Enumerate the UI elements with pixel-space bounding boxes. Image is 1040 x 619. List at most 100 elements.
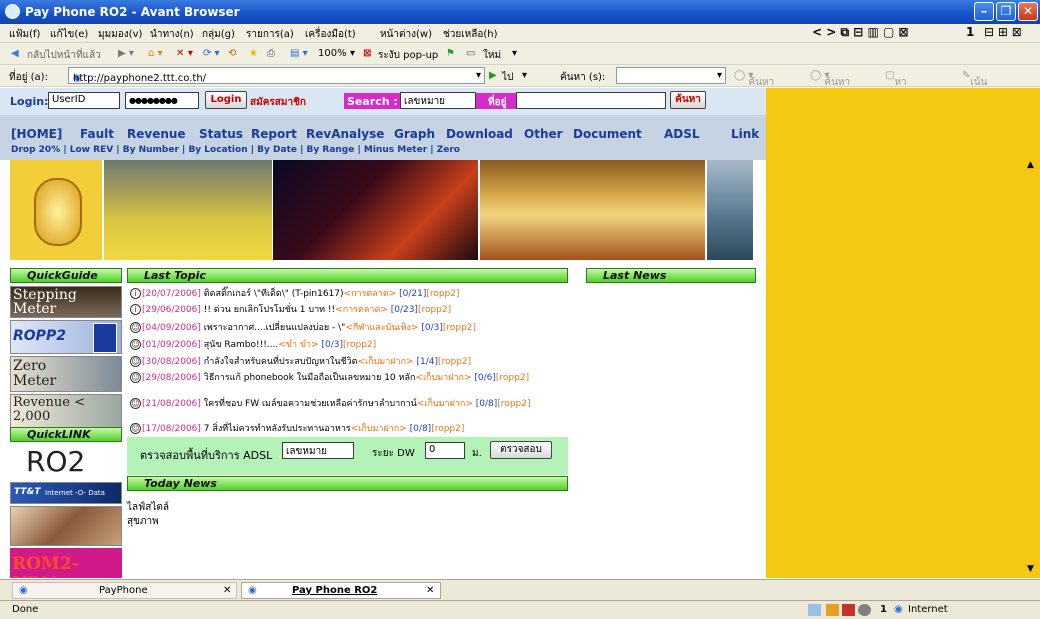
ropp2-link[interactable]: ROPP2 bbox=[10, 320, 122, 354]
back-arrow-icon[interactable]: ◀ bbox=[11, 48, 19, 59]
zoom-dropdown-icon[interactable]: ▾ bbox=[350, 48, 355, 59]
zero-meter-link[interactable]: Zero Meter bbox=[10, 356, 122, 392]
fullscreen-icon[interactable]: ▤ ▾ bbox=[290, 48, 308, 59]
rss-icon[interactable]: ⚑ bbox=[446, 48, 455, 59]
tab-payphone[interactable]: ◉ PayPhone ✕ bbox=[12, 582, 237, 599]
minimize-button[interactable]: – bbox=[974, 2, 994, 21]
adsl-check-button[interactable]: ตรวจสอบ bbox=[490, 441, 552, 459]
lock-icon[interactable] bbox=[826, 604, 839, 616]
topic-item[interactable]: i [20/07/2006] ติดสติ๊กเกอร์ \"ทีเด็ด\" (… bbox=[130, 288, 460, 300]
adblock-icon[interactable] bbox=[808, 604, 821, 616]
topic-item[interactable]: ☺ [29/08/2006] วิธีการแก้ phonebook ในมือ… bbox=[130, 372, 560, 384]
site-search-input[interactable]: เลขหมาย bbox=[400, 92, 476, 109]
topic-category: <กีฬาและบันเทิง> bbox=[345, 323, 419, 333]
adsl-number-input[interactable]: เลขหมาย bbox=[282, 442, 354, 459]
nav-graph[interactable]: Graph bbox=[394, 127, 435, 141]
vertical-scrollbar[interactable]: ▲ ▼ bbox=[1023, 88, 1040, 578]
topic-item[interactable]: ☺ [01/09/2006] สุนัข Rambo!!!....<ขำ ขำ> … bbox=[130, 339, 376, 351]
menu-window[interactable]: หน้าต่าง(w) bbox=[380, 27, 432, 42]
ro2-link[interactable]: RO2 bbox=[10, 443, 122, 480]
url-input[interactable]: ◉ http://payphone2.ttt.co.th/ ▾ bbox=[68, 67, 485, 84]
menu-navigate[interactable]: นำทาง(n) bbox=[150, 27, 194, 42]
news-lifestyle-link[interactable]: ไลฟ์สไตล์ bbox=[127, 500, 169, 515]
url-dropdown-icon[interactable]: ▾ bbox=[476, 70, 481, 81]
tab-close-icon[interactable]: ✕ bbox=[223, 583, 231, 598]
nav-revenue[interactable]: Revenue bbox=[127, 127, 186, 141]
stop-icon[interactable]: ✕ ▾ bbox=[176, 48, 193, 59]
site-search-button[interactable]: ค้นหา bbox=[670, 91, 706, 109]
tab-pay-phone-ro2[interactable]: ◉ Pay Phone RO2 ✕ bbox=[241, 582, 441, 599]
menu-help[interactable]: ช่วยเหลือ(h) bbox=[443, 27, 498, 42]
search-input[interactable]: ▾ bbox=[616, 67, 726, 84]
nav-link[interactable]: Link bbox=[731, 127, 759, 141]
nav-report[interactable]: Report bbox=[251, 127, 297, 141]
search-dropdown-icon[interactable]: ▾ bbox=[717, 70, 722, 81]
password-input[interactable]: ●●●●●●●● bbox=[125, 92, 199, 109]
new-button[interactable]: ใหม่ bbox=[483, 48, 501, 63]
nav-document[interactable]: Document bbox=[573, 127, 642, 141]
register-link[interactable]: สมัครสมาชิก bbox=[250, 95, 306, 110]
nav-status[interactable]: Status bbox=[199, 127, 243, 141]
close-button[interactable]: ✕ bbox=[1018, 2, 1038, 21]
page-number: 1 bbox=[966, 25, 975, 39]
where-input[interactable] bbox=[516, 92, 666, 109]
stepping-meter-link[interactable]: Stepping Meter bbox=[10, 286, 122, 318]
window-titlebar[interactable]: Pay Phone RO2 - Avant Browser – ❐ ✕ bbox=[0, 0, 1040, 24]
popup-icon[interactable] bbox=[842, 604, 855, 616]
history-icon[interactable]: ⟲ bbox=[228, 48, 236, 59]
rom2-ubn-link[interactable]: ROM2-UBN bbox=[10, 548, 122, 578]
distance-input[interactable]: 0 bbox=[425, 442, 465, 459]
search-site-button[interactable]: ◯ ค้นหาไซต์ ▾ bbox=[810, 70, 850, 103]
speed-icon[interactable] bbox=[858, 604, 871, 616]
menu-view[interactable]: มุมมอง(v) bbox=[98, 27, 142, 42]
go-dropdown-icon[interactable]: ▾ bbox=[522, 70, 527, 81]
refresh-icon[interactable]: ⟳ ▾ bbox=[203, 48, 220, 59]
menu-tools[interactable]: เครื่องมือ(t) bbox=[305, 27, 356, 42]
tab-nav-icons[interactable]: < > ⧉ ⊟ ▥ ▢ ⊠ bbox=[812, 25, 909, 40]
home-icon[interactable]: ⌂ ▾ bbox=[148, 48, 163, 59]
maximize-button[interactable]: ❐ bbox=[996, 2, 1016, 21]
menu-group[interactable]: กลุ่ม(g) bbox=[202, 27, 235, 42]
lifestyle-photo[interactable] bbox=[10, 506, 122, 546]
topic-item[interactable]: ☺ [30/08/2006] กำลังใจสำหรับคนที่ประสบปัญ… bbox=[130, 356, 471, 368]
new-dropdown-icon[interactable]: ▾ bbox=[512, 48, 517, 59]
nav-home[interactable]: [HOME] bbox=[11, 127, 62, 141]
scroll-down-icon[interactable]: ▼ bbox=[1027, 564, 1034, 574]
search-web-button[interactable]: ◯ ค้นหาเว็บ ▾ bbox=[734, 70, 774, 103]
news-health-link[interactable]: สุขภาพ bbox=[127, 514, 159, 529]
nav-download[interactable]: Download bbox=[446, 127, 513, 141]
user-id-input[interactable]: UserID bbox=[48, 92, 120, 109]
smiley-icon: ☺ bbox=[130, 322, 141, 333]
menu-favorites[interactable]: รายการ(a) bbox=[246, 27, 294, 42]
print-icon[interactable]: ⎙ bbox=[267, 48, 275, 59]
topic-item[interactable]: ☺ [04/09/2006] เพราะอากาศ....เปลี่ยนแปลงบ… bbox=[130, 322, 476, 334]
go-arrow-icon[interactable]: ▶ bbox=[489, 70, 497, 81]
tat-link[interactable]: TT&T Internet -O- Data bbox=[10, 482, 122, 504]
popup-blocker-button[interactable]: ระงับ pop-up bbox=[378, 48, 438, 63]
nav-revanalyse[interactable]: RevAnalyse bbox=[306, 127, 384, 141]
menu-file[interactable]: แฟ้ม(f) bbox=[9, 27, 40, 42]
menu-edit[interactable]: แก้ไข(e) bbox=[50, 27, 88, 42]
zoom-level[interactable]: 100% bbox=[318, 48, 347, 59]
window-layout-icons[interactable]: ⊟ ⊞ ⊠ bbox=[984, 25, 1022, 39]
nav-other[interactable]: Other bbox=[524, 127, 563, 141]
topic-item[interactable]: ☺ [17/08/2006] 7 สิ่งที่ไม่ควรทำหลังรับปร… bbox=[130, 423, 464, 435]
find-text-button[interactable]: ▢ หาข้อความ bbox=[885, 70, 932, 103]
topic-item[interactable]: ☺ [21/08/2006] ใครที่ชอบ FW เมล์ขอความช่ว… bbox=[130, 398, 560, 410]
tab-close-icon[interactable]: ✕ bbox=[426, 583, 434, 598]
smiley-icon: ☺ bbox=[130, 423, 141, 434]
forward-arrow-icon[interactable]: ▶ ▾ bbox=[118, 48, 134, 59]
status-bar: Done 1 ◉ Internet bbox=[0, 600, 1040, 619]
go-button[interactable]: ไป bbox=[502, 70, 513, 85]
night-celebration-photo bbox=[273, 160, 478, 260]
nav-adsl[interactable]: ADSL bbox=[664, 127, 700, 141]
topic-item[interactable]: i [29/06/2006] !! ด่วน ยกเลิกโปรโมชั่น 1 … bbox=[130, 304, 451, 316]
scroll-up-icon[interactable]: ▲ bbox=[1027, 160, 1034, 170]
revenue-link[interactable]: Revenue < 2,000 bbox=[10, 394, 122, 428]
login-button[interactable]: Login bbox=[205, 91, 247, 109]
nav-fault[interactable]: Fault bbox=[80, 127, 114, 141]
sub-nav[interactable]: Drop 20% | Low REV | By Number | By Loca… bbox=[11, 145, 460, 155]
favorites-star-icon[interactable]: ★ bbox=[249, 48, 258, 59]
back-button[interactable]: กลับไปหน้าที่แล้ว bbox=[27, 48, 101, 63]
highlight-button[interactable]: ✎ เน้นข้อความ bbox=[962, 70, 1008, 103]
